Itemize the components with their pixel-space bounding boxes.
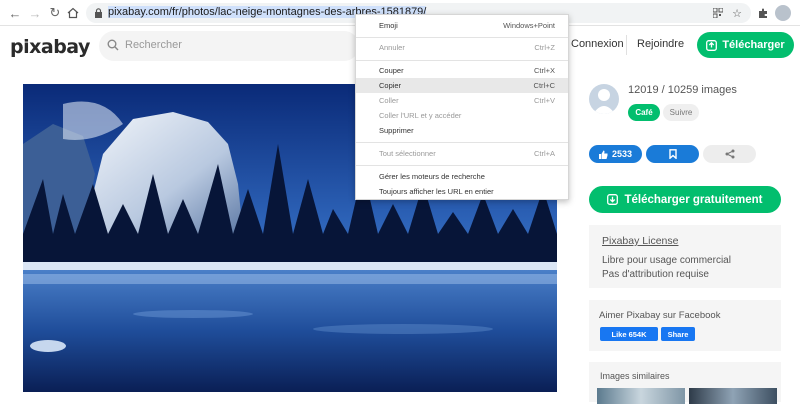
menu-item-emoji[interactable]: Emoji Windows+Point [356, 18, 568, 33]
search-input[interactable]: Rechercher [99, 31, 359, 61]
author-avatar[interactable] [589, 84, 619, 114]
menu-divider [356, 37, 568, 38]
menu-item-paste[interactable]: Coller Ctrl+V [356, 93, 568, 108]
menu-item-cut[interactable]: Couper Ctrl+X [356, 63, 568, 78]
upload-button[interactable]: Télécharger [697, 32, 794, 58]
search-placeholder: Rechercher [125, 39, 182, 51]
menu-divider [356, 142, 568, 143]
login-link[interactable]: Connexion [571, 38, 624, 50]
menu-item-select-all[interactable]: Tout sélectionner Ctrl+A [356, 146, 568, 161]
menu-divider [356, 165, 568, 166]
facebook-share-button[interactable]: Share [661, 327, 695, 341]
menu-item-paste-and-go[interactable]: Coller l'URL et y accéder [356, 108, 568, 123]
menu-divider [356, 60, 568, 61]
license-line-2: Pas d'attribution requise [602, 269, 709, 280]
reload-icon[interactable]: ↻ [46, 4, 64, 22]
extensions-icon[interactable] [755, 5, 771, 21]
bookmark-icon [668, 149, 677, 159]
menu-item-always-show-full-urls[interactable]: Toujours afficher les URL en entier [356, 184, 568, 199]
browser-profile-avatar[interactable] [775, 5, 791, 21]
free-download-button[interactable]: Télécharger gratuitement [589, 186, 781, 213]
license-card: Pixabay License Libre pour usage commerc… [589, 225, 781, 288]
thumbs-up-icon [598, 150, 608, 159]
share-button[interactable] [703, 145, 756, 163]
facebook-like-button[interactable]: Like 654K [600, 327, 658, 341]
menu-item-copy[interactable]: Copier Ctrl+C [356, 78, 568, 93]
free-download-label: Télécharger gratuitement [624, 193, 763, 206]
upload-label: Télécharger [722, 39, 785, 51]
menu-item-manage-search-engines[interactable]: Gérer les moteurs de recherche [356, 169, 568, 184]
pixabay-logo[interactable]: pixabay [10, 36, 90, 58]
join-link[interactable]: Rejoindre [637, 38, 684, 50]
facebook-title: Aimer Pixabay sur Facebook [599, 310, 721, 321]
context-menu: Emoji Windows+Point Annuler Ctrl+Z Coupe… [355, 14, 569, 200]
collection-button[interactable] [646, 145, 699, 163]
license-link[interactable]: Pixabay License [602, 235, 678, 247]
download-icon [607, 194, 619, 205]
like-count: 2533 [611, 149, 633, 159]
lock-icon [95, 8, 102, 18]
menu-item-delete[interactable]: Supprimer [356, 123, 568, 138]
upload-icon [706, 39, 718, 51]
coffee-button[interactable]: Café [628, 104, 660, 121]
qr-code-icon[interactable] [710, 5, 726, 21]
similar-images-title: Images similaires [600, 371, 670, 381]
forward-icon[interactable]: → [26, 4, 44, 22]
menu-item-undo[interactable]: Annuler Ctrl+Z [356, 40, 568, 55]
share-icon [725, 149, 734, 159]
follow-button[interactable]: Suivre [663, 104, 699, 121]
back-icon[interactable]: ← [6, 4, 24, 22]
license-line-1: Libre pour usage commercial [602, 255, 731, 266]
search-icon [107, 39, 119, 51]
similar-images-card: Images similaires [589, 362, 781, 404]
bookmark-star-icon[interactable]: ☆ [729, 5, 745, 21]
like-button[interactable]: 2533 [589, 145, 642, 163]
facebook-like-label: Like 654K [611, 329, 647, 339]
facebook-share-label: Share [667, 329, 689, 339]
header-divider [626, 35, 627, 55]
facebook-card: Aimer Pixabay sur Facebook Like 654K Sha… [589, 300, 781, 351]
home-icon[interactable] [64, 4, 82, 22]
author-stats: 12019 / 10259 images [628, 84, 737, 96]
